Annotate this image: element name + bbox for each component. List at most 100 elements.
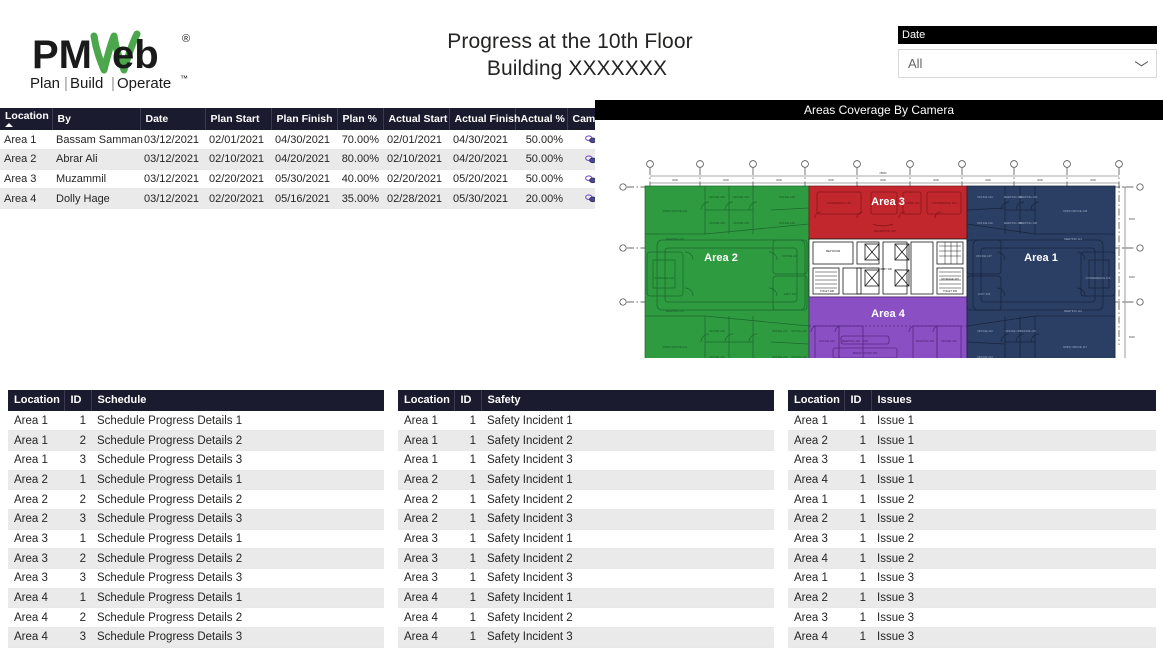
- table-row[interactable]: Area 1 1 Safety Incident 2: [398, 430, 774, 451]
- floorplan-area-2[interactable]: OPEN OFFICE 202 OFFICE 203 OFFICE 204 OFF…: [644, 185, 810, 367]
- cell-issues-text: Issue 1: [871, 450, 1156, 471]
- cell-issues-id: 1: [844, 588, 871, 609]
- cell-schedule-location: Area 2: [8, 489, 64, 510]
- table-row[interactable]: Area 1 2 Schedule Progress Details 2: [8, 430, 384, 451]
- table-row[interactable]: Area 2 3 Schedule Progress Details 3: [8, 509, 384, 530]
- table-row[interactable]: Area 2 1 Issue 2: [788, 509, 1156, 530]
- column-header-plan-finish[interactable]: Plan Finish: [271, 108, 338, 130]
- table-row[interactable]: Area 2 Abrar Ali 03/12/2021 02/10/2021 04/20…: [0, 149, 614, 170]
- svg-text:OPEN OFFICE 117: OPEN OFFICE 117: [1063, 345, 1088, 349]
- column-header-issues-id[interactable]: ID: [844, 390, 872, 411]
- column-header-schedule-id[interactable]: ID: [64, 390, 92, 411]
- svg-text:MEP ROOM: MEP ROOM: [826, 249, 840, 253]
- table-row[interactable]: Area 1 Bassam Samman 03/12/2021 02/01/2021 0…: [0, 130, 614, 151]
- table-row[interactable]: Area 4 1 Issue 3: [788, 627, 1156, 648]
- cell-plan-pct: 80.00%: [337, 149, 383, 170]
- table-row[interactable]: Area 1 1 Safety Incident 3: [398, 450, 774, 471]
- table-row[interactable]: Area 1 1 Issue 3: [788, 568, 1156, 589]
- progress-table-grid: Location By Date Plan Start Plan Finish …: [0, 108, 614, 209]
- table-row[interactable]: Area 3 1 Safety Incident 3: [398, 568, 774, 589]
- table-row[interactable]: Area 1 1 Safety Incident 1: [398, 411, 774, 432]
- table-row[interactable]: Area 3 2 Schedule Progress Details 2: [8, 548, 384, 569]
- cell-safety-id: 1: [454, 470, 481, 491]
- column-header-safety-text[interactable]: Safety: [481, 390, 774, 411]
- table-row[interactable]: Area 3 1 Schedule Progress Details 1: [8, 529, 384, 550]
- table-row[interactable]: Area 4 1 Safety Incident 2: [398, 607, 774, 629]
- floorplan-area-4[interactable]: OFFICE 401 MEETING 402 MEETING 403 OFFICE …: [808, 296, 968, 368]
- table-row[interactable]: Area 3 1 Safety Incident 2: [398, 548, 774, 569]
- floorplan-area-1[interactable]: OFFICE 101OFFICE 102 MEETING 103MEETING …: [966, 185, 1116, 367]
- column-header-issues-location[interactable]: Location: [788, 390, 845, 411]
- cell-safety-id: 1: [454, 411, 481, 432]
- table-row[interactable]: Area 4 1 Issue 2: [788, 548, 1156, 569]
- svg-text:OPEN OFFICE 214: OPEN OFFICE 214: [663, 345, 688, 349]
- column-header-issues-text[interactable]: Issues: [871, 390, 1156, 411]
- table-row[interactable]: Area 4 1 Safety Incident 1: [398, 588, 774, 609]
- svg-text:LOFT 211: LOFT 211: [784, 292, 797, 296]
- table-row[interactable]: Area 1 1 Issue 1: [788, 411, 1156, 432]
- column-header-by[interactable]: By: [52, 108, 141, 130]
- table-row[interactable]: Area 1 1 Schedule Progress Details 1: [8, 411, 384, 432]
- column-header-actual-finish[interactable]: Actual Finish: [449, 108, 520, 130]
- floorplan-canvas[interactable]: 3200 3200 3200 3200 3200 3200 3200 3200 3200 2…: [595, 120, 1163, 382]
- cell-schedule-text: Schedule Progress Details 3: [91, 568, 384, 589]
- cell-issues-location: Area 1: [788, 489, 844, 510]
- column-header-location[interactable]: Location: [0, 108, 53, 130]
- table-row[interactable]: Area 3 Muzammil 03/12/2021 02/20/2021 05/30/…: [0, 169, 614, 190]
- column-header-safety-id[interactable]: ID: [454, 390, 482, 411]
- safety-table[interactable]: Location ID Safety Area 1 1 Safety Inciden…: [398, 390, 774, 648]
- column-header-plan-start[interactable]: Plan Start: [205, 108, 272, 130]
- floorplan-drawing[interactable]: 3200 3200 3200 3200 3200 3200 3200 3200 3200 2…: [595, 120, 1163, 382]
- table-row[interactable]: Area 3 3 Schedule Progress Details 3: [8, 568, 384, 589]
- date-slicer[interactable]: Date All: [898, 26, 1157, 78]
- table-row[interactable]: Area 4 3 Schedule Progress Details 3: [8, 627, 384, 648]
- safety-table-body: Area 1 1 Safety Incident 1 Area 1 1 Safety In…: [398, 411, 774, 648]
- table-row[interactable]: Area 2 1 Issue 3: [788, 588, 1156, 609]
- table-row[interactable]: Area 4 1 Issue 1: [788, 470, 1156, 491]
- cell-schedule-location: Area 4: [8, 607, 64, 629]
- issues-table[interactable]: Location ID Issues Area 1 1 Issue 1 Area 21…: [788, 390, 1156, 648]
- column-header-plan-pct[interactable]: Plan %: [337, 108, 384, 130]
- table-row[interactable]: Area 3 1 Issue 1: [788, 450, 1156, 471]
- column-header-actual-start[interactable]: Actual Start: [383, 108, 450, 130]
- date-slicer-dropdown[interactable]: All: [898, 49, 1157, 78]
- cell-safety-id: 1: [454, 627, 481, 648]
- cell-schedule-location: Area 3: [8, 568, 64, 589]
- table-row[interactable]: Area 2 1 Safety Incident 2: [398, 489, 774, 510]
- cell-issues-location: Area 2: [788, 588, 844, 609]
- cell-schedule-id: 1: [64, 529, 91, 550]
- column-header-schedule-location[interactable]: Location: [8, 390, 65, 411]
- areas-coverage-panel: Areas Coverage By Camera 3200 3200 3200 …: [595, 100, 1163, 382]
- schedule-table-grid: Location ID Schedule Area 1 1 Schedule Pro…: [8, 390, 384, 648]
- table-row[interactable]: Area 4 Dolly Hage 03/12/2021 02/20/2021 05/1…: [0, 188, 614, 209]
- progress-table[interactable]: Location By Date Plan Start Plan Finish …: [0, 108, 614, 209]
- safety-table-header-row: Location ID Safety: [398, 390, 774, 411]
- svg-text:STORAGE 210: STORAGE 210: [654, 276, 674, 280]
- svg-text:OFFICE 404: OFFICE 404: [941, 339, 957, 343]
- table-row[interactable]: Area 2 2 Schedule Progress Details 2: [8, 489, 384, 510]
- table-row[interactable]: Area 4 2 Schedule Progress Details 2: [8, 607, 384, 629]
- column-header-schedule-text[interactable]: Schedule: [91, 390, 384, 411]
- column-header-actual-pct[interactable]: Actual %: [515, 108, 568, 130]
- table-row[interactable]: Area 4 1 Safety Incident 3: [398, 627, 774, 648]
- chevron-down-icon[interactable]: [1135, 60, 1148, 68]
- cell-issues-location: Area 3: [788, 529, 844, 550]
- table-row[interactable]: Area 2 1 Issue 1: [788, 430, 1156, 451]
- table-row[interactable]: Area 2 1 Safety Incident 3: [398, 509, 774, 530]
- table-row[interactable]: Area 2 1 Schedule Progress Details 1: [8, 470, 384, 491]
- table-row[interactable]: Area 3 1 Issue 3: [788, 607, 1156, 629]
- table-row[interactable]: Area 3 1 Safety Incident 1: [398, 529, 774, 550]
- column-header-safety-location[interactable]: Location: [398, 390, 455, 411]
- table-row[interactable]: Area 2 1 Safety Incident 1: [398, 470, 774, 491]
- svg-text:OFFICE 107: OFFICE 107: [976, 254, 992, 258]
- column-header-date[interactable]: Date: [140, 108, 206, 130]
- floorplan-area-3[interactable]: CONFERENCE 301 MEETING 302 STORE 303 CONFE…: [808, 185, 968, 240]
- cell-safety-text: Safety Incident 1: [481, 470, 774, 491]
- cell-schedule-text: Schedule Progress Details 2: [91, 607, 384, 629]
- table-row[interactable]: Area 3 1 Issue 2: [788, 529, 1156, 550]
- table-row[interactable]: Area 1 3 Schedule Progress Details 3: [8, 450, 384, 471]
- schedule-table[interactable]: Location ID Schedule Area 1 1 Schedule Pro…: [8, 390, 384, 648]
- cell-location: Area 1: [0, 130, 52, 151]
- table-row[interactable]: Area 1 1 Issue 2: [788, 489, 1156, 510]
- table-row[interactable]: Area 4 1 Schedule Progress Details 1: [8, 588, 384, 609]
